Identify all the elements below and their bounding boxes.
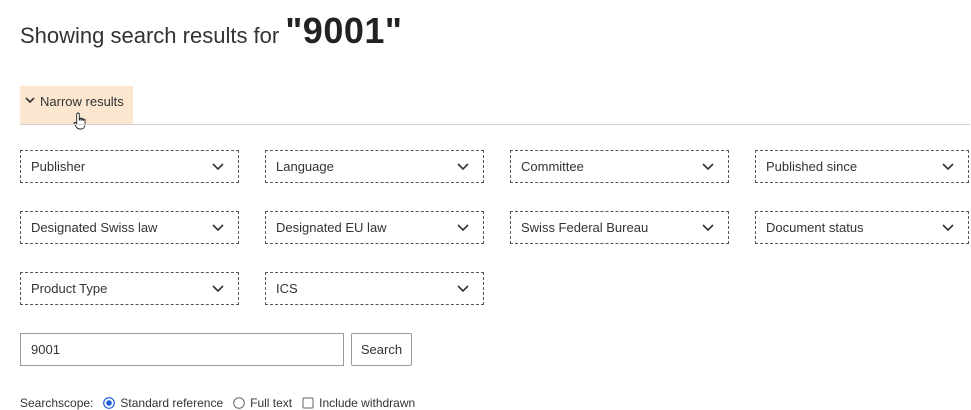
narrow-results-label: Narrow results [40,94,124,109]
chevron-down-icon [457,162,469,170]
ics-filter-dropdown[interactable]: ICS [265,272,484,305]
committee-filter-dropdown[interactable]: Committee [510,150,729,183]
dropdown-label: Designated Swiss law [31,220,158,235]
divider [20,124,970,125]
page-heading: Showing search results for "9001" [20,10,402,58]
chevron-down-icon [212,223,224,231]
dropdown-label: Publisher [31,159,86,174]
chevron-down-icon [212,284,224,292]
dropdown-label: Published since [766,159,858,174]
dropdown-label: ICS [276,281,298,296]
dropdown-label: Committee [521,159,584,174]
dropdown-label: Swiss Federal Bureau [521,220,649,235]
designated-swiss-law-filter-dropdown[interactable]: Designated Swiss law [20,211,239,244]
standard-reference-label: Standard reference [120,396,224,410]
search-query-display: "9001" [285,10,403,51]
search-button[interactable]: Search [351,333,412,366]
swiss-federal-bureau-filter-dropdown[interactable]: Swiss Federal Bureau [510,211,729,244]
chevron-down-icon [24,94,36,106]
chevron-down-icon [212,162,224,170]
checkbox-unchecked-icon [302,397,314,409]
chevron-down-icon [457,223,469,231]
radio-checked-icon [103,397,116,409]
dropdown-label: Product Type [31,281,108,296]
search-scope: Searchscope: Standard reference Full tex… [20,396,425,410]
language-filter-dropdown[interactable]: Language [265,150,484,183]
dropdown-label: Language [276,159,334,174]
dropdown-label: Designated EU law [276,220,387,235]
document-status-filter-dropdown[interactable]: Document status [755,211,969,244]
results-heading-prefix: Showing search results for [20,23,280,48]
include-withdrawn-checkbox[interactable]: Include withdrawn [302,396,415,410]
radio-unchecked-icon [233,397,245,409]
full-text-label: Full text [250,396,293,410]
chevron-down-icon [942,162,954,170]
search-scope-label: Searchscope: [20,396,94,410]
chevron-down-icon [457,284,469,292]
chevron-down-icon [942,223,954,231]
chevron-down-icon [702,162,714,170]
product-type-filter-dropdown[interactable]: Product Type [20,272,239,305]
standard-reference-radio[interactable]: Standard reference [103,396,223,410]
include-withdrawn-label: Include withdrawn [319,396,416,410]
dropdown-label: Document status [766,220,864,235]
chevron-down-icon [702,223,714,231]
publisher-filter-dropdown[interactable]: Publisher [20,150,239,183]
search-input[interactable] [20,333,344,366]
published-since-filter-dropdown[interactable]: Published since [755,150,969,183]
designated-eu-law-filter-dropdown[interactable]: Designated EU law [265,211,484,244]
full-text-radio[interactable]: Full text [233,396,292,410]
